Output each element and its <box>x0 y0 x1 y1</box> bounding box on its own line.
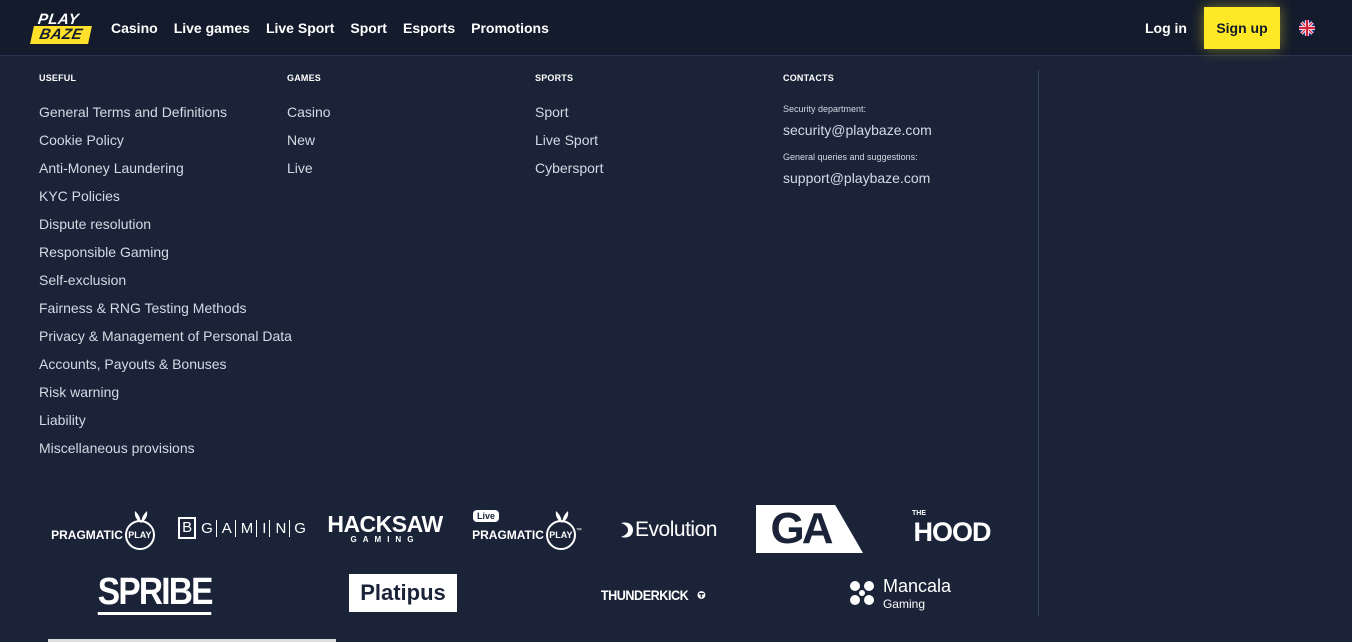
mancala-flower-icon <box>849 581 874 605</box>
security-label: Security department: <box>783 104 867 114</box>
games-links: Casino New Live <box>287 103 331 187</box>
hacksaw-sub: GAMING <box>350 535 420 544</box>
trademark-mark: ™ <box>575 528 582 534</box>
bgaming-letter: G <box>198 519 217 537</box>
hacksaw-word: HACKSAW <box>327 511 443 537</box>
spribe-logo: SPRIBE <box>98 570 214 616</box>
ga-logo: GA <box>756 505 863 553</box>
bgaming-letter-b: B <box>178 517 197 539</box>
nav-casino[interactable]: Casino <box>111 20 158 36</box>
mancala-sub: Gaming <box>882 596 925 611</box>
thunderkick-logo: THUNDERKICK <box>596 583 706 607</box>
thunderkick-hammer-icon <box>697 591 706 599</box>
pragmatic-play-logo: PRAGMATIC PLAY <box>50 506 156 552</box>
live-badge: Live <box>473 510 500 522</box>
logo-bottom-text: BAZE <box>30 26 92 44</box>
security-email-link[interactable]: security@playbaze.com <box>783 122 932 138</box>
link-sport[interactable]: Sport <box>535 103 603 131</box>
pragmatic-play-circle-icon: PLAY <box>124 511 155 550</box>
support-email-link[interactable]: support@playbaze.com <box>783 170 932 186</box>
pragmatic-live-word: PRAGMATIC <box>472 528 544 542</box>
useful-links: General Terms and Definitions Cookie Pol… <box>39 103 292 467</box>
link-self-exclusion[interactable]: Self-exclusion <box>39 271 292 299</box>
games-column: GAMES Casino New Live <box>287 73 331 187</box>
mancala-word: Mancala <box>882 575 952 596</box>
link-risk-warning[interactable]: Risk warning <box>39 383 292 411</box>
general-label: General queries and suggestions: <box>783 152 918 162</box>
link-live[interactable]: Live <box>287 159 331 187</box>
pragmatic-live-circle-icon: PLAY <box>545 511 576 550</box>
useful-column: USEFUL General Terms and Definitions Coo… <box>39 73 292 467</box>
bgaming-letter: G <box>294 519 306 537</box>
sports-column: SPORTS Sport Live Sport Cybersport <box>535 73 603 187</box>
sports-links: Sport Live Sport Cybersport <box>535 103 603 187</box>
games-title: GAMES <box>287 73 322 83</box>
link-dispute[interactable]: Dispute resolution <box>39 215 292 243</box>
nav-live-games[interactable]: Live games <box>174 20 250 36</box>
mancala-text: Mancala Gaming <box>883 576 951 611</box>
platipus-logo: Platipus <box>349 574 457 612</box>
signup-button[interactable]: Sign up <box>1204 7 1280 49</box>
nav-live-sport[interactable]: Live Sport <box>266 20 334 36</box>
playbaze-logo[interactable]: PLAY BAZE <box>30 11 96 45</box>
link-general-terms[interactable]: General Terms and Definitions <box>39 103 292 131</box>
contacts-title: CONTACTS <box>783 73 834 83</box>
pragmatic-play-live-logo: Live PRAGMATIC PLAY ™ <box>471 506 583 552</box>
link-accounts[interactable]: Accounts, Payouts & Bonuses <box>39 355 292 383</box>
bgaming-logo: B G A M I N G <box>178 515 306 541</box>
evolution-logo: Evolution <box>612 516 724 544</box>
contacts-column: CONTACTS Security department: security@p… <box>783 73 932 186</box>
link-fairness[interactable]: Fairness & RNG Testing Methods <box>39 299 292 327</box>
bgaming-letter: A <box>219 519 236 537</box>
nav-sport[interactable]: Sport <box>350 20 387 36</box>
bgaming-letter: I <box>259 519 271 537</box>
evolution-word: Evolution <box>635 518 717 541</box>
login-button[interactable]: Log in <box>1145 20 1187 36</box>
top-header: PLAY BAZE Casino Live games Live Sport S… <box>0 0 1352 56</box>
uk-flag-icon[interactable] <box>1299 20 1315 36</box>
link-privacy[interactable]: Privacy & Management of Personal Data <box>39 327 292 355</box>
spribe-word: SPRIBE <box>98 570 214 615</box>
vertical-divider <box>1038 70 1039 616</box>
ga-word: GA <box>770 504 834 553</box>
link-casino[interactable]: Casino <box>287 103 331 131</box>
thunderkick-word: THUNDERKICK <box>600 587 689 603</box>
pragmatic-word: PRAGMATIC <box>51 528 123 542</box>
link-new[interactable]: New <box>287 131 331 159</box>
useful-title: USEFUL <box>39 73 77 83</box>
bgaming-letter: N <box>272 519 291 537</box>
link-responsible-gaming[interactable]: Responsible Gaming <box>39 243 292 271</box>
hood-word: HOOD <box>913 516 992 547</box>
link-cookie-policy[interactable]: Cookie Policy <box>39 131 292 159</box>
platipus-word: Platipus <box>360 580 446 605</box>
pragmatic-play-word: PLAY <box>128 530 152 540</box>
sports-title: SPORTS <box>535 73 574 83</box>
nav-promotions[interactable]: Promotions <box>471 20 549 36</box>
link-liability[interactable]: Liability <box>39 411 292 439</box>
link-live-sport[interactable]: Live Sport <box>535 131 603 159</box>
mancala-gaming-logo: Mancala Gaming <box>843 574 955 612</box>
the-hood-logo: THE HOOD <box>910 508 994 550</box>
main-nav: Casino Live games Live Sport Sport Espor… <box>111 0 549 56</box>
hood-the: THE <box>912 510 926 517</box>
link-kyc[interactable]: KYC Policies <box>39 187 292 215</box>
nav-esports[interactable]: Esports <box>403 20 455 36</box>
evolution-mark-icon <box>621 522 634 538</box>
link-aml[interactable]: Anti-Money Laundering <box>39 159 292 187</box>
pragmatic-live-play-word: PLAY <box>549 530 573 540</box>
bgaming-letter: M <box>238 519 258 537</box>
link-cybersport[interactable]: Cybersport <box>535 159 603 187</box>
link-misc[interactable]: Miscellaneous provisions <box>39 439 292 467</box>
hacksaw-gaming-logo: HACKSAW GAMING <box>327 511 443 546</box>
